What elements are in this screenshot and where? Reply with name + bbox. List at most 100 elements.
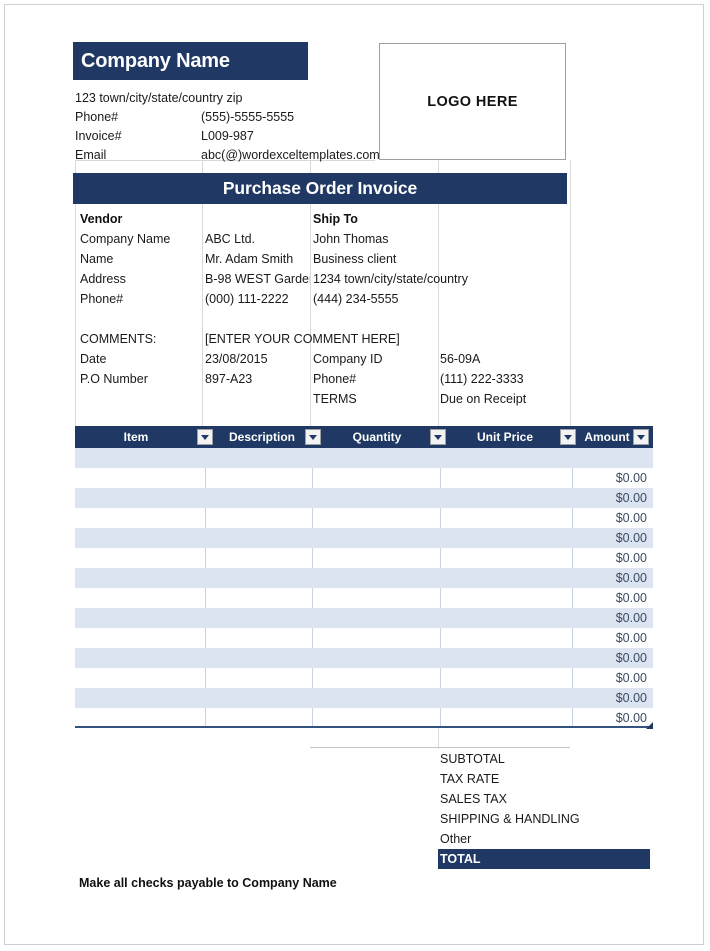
- cell-amount: $0.00: [615, 551, 647, 565]
- table-row[interactable]: $0.00: [75, 648, 653, 668]
- ship-to-line-3: 1234 town/city/state/country: [313, 272, 468, 286]
- cell-separator: [205, 588, 206, 608]
- cell-separator: [312, 548, 313, 568]
- cell-amount: $0.00: [615, 491, 647, 505]
- cell-amount: $0.00: [615, 711, 647, 725]
- cell-amount: $0.00: [615, 471, 647, 485]
- contact-phone-value[interactable]: (111) 222-3333: [440, 372, 524, 386]
- cell-amount: $0.00: [615, 611, 647, 625]
- table-row[interactable]: $0.00: [75, 628, 653, 648]
- ship-to-line-1: John Thomas: [313, 232, 389, 246]
- cell-separator: [312, 508, 313, 528]
- footer-note: Make all checks payable to Company Name: [79, 876, 337, 890]
- cell-amount: $0.00: [615, 691, 647, 705]
- cell-separator: [440, 468, 441, 488]
- contact-phone-label: Phone#: [313, 372, 357, 386]
- column-header-quantity[interactable]: Quantity: [323, 426, 431, 448]
- cell-separator: [572, 668, 573, 688]
- cell-separator: [572, 508, 573, 528]
- filter-dropdown-icon-amount[interactable]: [633, 429, 649, 445]
- table-resize-handle[interactable]: [645, 721, 653, 729]
- company-invoice-value: L009-987: [201, 129, 254, 143]
- logo-placeholder-box[interactable]: LOGO HERE: [379, 43, 566, 160]
- cell-separator: [440, 628, 441, 648]
- company-invoice-label: Invoice#: [75, 129, 122, 143]
- cell-separator: [205, 668, 206, 688]
- vendor-company-label: Company Name: [80, 232, 171, 246]
- invoice-canvas: Company Name 123 town/city/state/country…: [5, 5, 705, 946]
- cell-separator: [205, 708, 206, 728]
- terms-value[interactable]: Due on Receipt: [440, 392, 526, 406]
- column-header-amount[interactable]: Amount: [579, 426, 635, 448]
- table-row[interactable]: $0.00: [75, 488, 653, 508]
- company-id-label: Company ID: [313, 352, 383, 366]
- gridline-vertical: [570, 160, 571, 426]
- cell-separator: [440, 668, 441, 688]
- company-id-value[interactable]: 56-09A: [440, 352, 480, 366]
- totals-row-shipping: SHIPPING & HANDLING: [440, 812, 580, 826]
- cell-separator: [572, 708, 573, 728]
- column-header-item[interactable]: Item: [75, 426, 197, 448]
- cell-separator: [572, 548, 573, 568]
- cell-separator: [440, 548, 441, 568]
- page-title: Purchase Order Invoice: [222, 178, 418, 198]
- table-row[interactable]: $0.00: [75, 668, 653, 688]
- cell-amount: $0.00: [615, 631, 647, 645]
- cell-separator: [440, 708, 441, 728]
- date-value[interactable]: 23/08/2015: [205, 352, 268, 366]
- company-name-text: Company Name: [81, 50, 230, 72]
- table-row[interactable]: $0.00: [75, 568, 653, 588]
- cell-amount: $0.00: [615, 511, 647, 525]
- cell-amount: $0.00: [615, 531, 647, 545]
- company-email-value: abc(@)wordexceltemplates.com: [201, 148, 380, 162]
- table-row[interactable]: $0.00: [75, 548, 653, 568]
- po-number-label: P.O Number: [80, 372, 148, 386]
- column-header-unit-price[interactable]: Unit Price: [449, 426, 561, 448]
- items-table-header-row: Item Description Quantity Unit Price Amo…: [75, 426, 653, 448]
- items-table-body: $0.00 $0.00 $0.00 $0.00 $0.00 $0.00 $0.00 $0.00…: [75, 448, 653, 728]
- date-label: Date: [80, 352, 107, 366]
- cell-amount: $0.00: [615, 571, 647, 585]
- table-row[interactable]: $0.00: [75, 528, 653, 548]
- vendor-company-value: ABC Ltd.: [205, 232, 256, 246]
- filter-dropdown-icon-unit-price[interactable]: [560, 429, 576, 445]
- vendor-address-value: B-98 WEST Garden Street: [205, 272, 310, 286]
- table-row[interactable]: $0.00: [75, 588, 653, 608]
- filter-dropdown-icon-quantity[interactable]: [430, 429, 446, 445]
- table-row[interactable]: $0.00: [75, 608, 653, 628]
- cell-separator: [572, 468, 573, 488]
- cell-separator: [312, 468, 313, 488]
- comments-value[interactable]: [ENTER YOUR COMMENT HERE]: [205, 332, 400, 346]
- table-row[interactable]: $0.00: [75, 468, 653, 488]
- comments-label: COMMENTS:: [80, 332, 157, 346]
- company-phone-value: (555)-5555-5555: [201, 110, 295, 124]
- table-row[interactable]: $0.00: [75, 688, 653, 708]
- table-row[interactable]: $0.00: [75, 708, 653, 728]
- vendor-name-value: Mr. Adam Smith: [205, 252, 294, 266]
- column-header-description[interactable]: Description: [215, 426, 309, 448]
- cell-separator: [440, 588, 441, 608]
- invoice-sheet: Company Name 123 town/city/state/country…: [4, 4, 704, 945]
- po-number-value[interactable]: 897-A23: [205, 372, 252, 386]
- cell-separator: [205, 628, 206, 648]
- company-name-banner: Company Name: [73, 42, 308, 80]
- ship-to-heading: Ship To: [313, 212, 358, 226]
- totals-row-other: Other: [440, 832, 472, 846]
- totals-row-subtotal: SUBTOTAL: [440, 752, 505, 766]
- cell-separator: [205, 548, 206, 568]
- table-row[interactable]: $0.00: [75, 508, 653, 528]
- totals-separator-line: [310, 747, 570, 748]
- cell-separator: [312, 708, 313, 728]
- filter-dropdown-icon-item[interactable]: [197, 429, 213, 445]
- filter-dropdown-icon-description[interactable]: [305, 429, 321, 445]
- vendor-heading: Vendor: [80, 212, 123, 226]
- table-row[interactable]: [75, 448, 653, 468]
- totals-row-sales-tax: SALES TAX: [440, 792, 507, 806]
- vendor-address-label: Address: [80, 272, 126, 286]
- items-table: Item Description Quantity Unit Price Amo…: [75, 426, 653, 728]
- company-email-label: Email: [75, 148, 107, 162]
- terms-label: TERMS: [313, 392, 357, 406]
- company-phone-label: Phone#: [75, 110, 119, 124]
- ship-to-line-4: (444) 234-5555: [313, 292, 399, 306]
- totals-row-total: TOTAL: [438, 849, 650, 869]
